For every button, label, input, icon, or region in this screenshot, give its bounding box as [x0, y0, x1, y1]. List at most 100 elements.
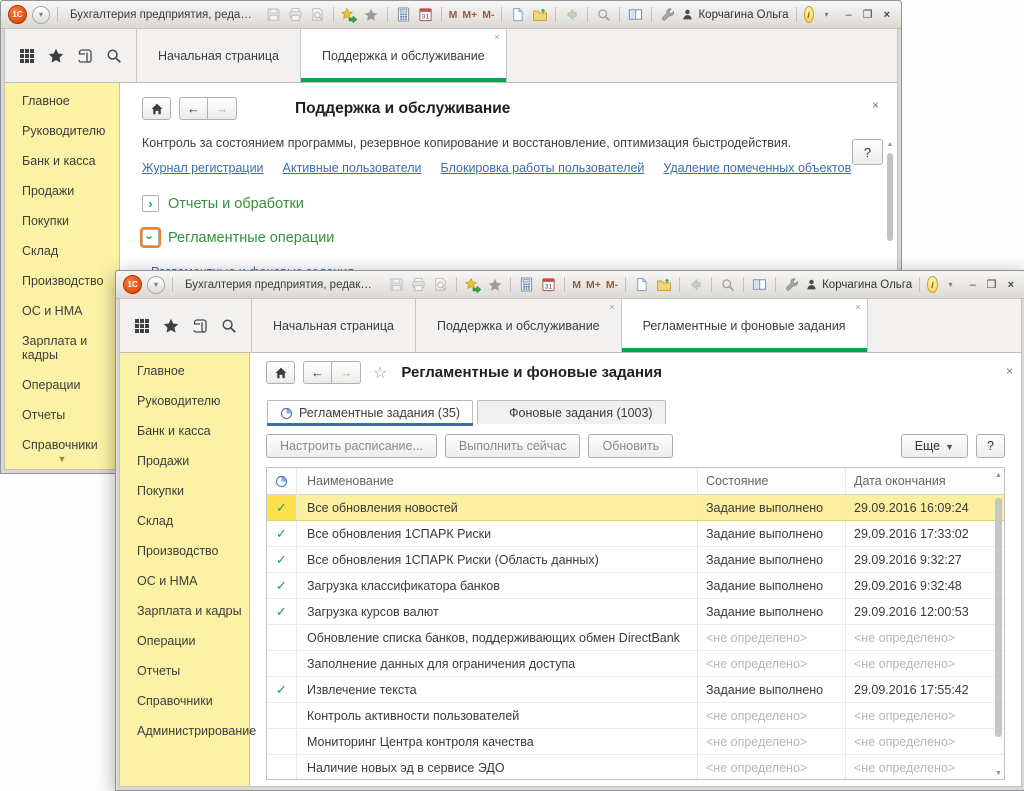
- sidebar-item[interactable]: Банк и касса: [5, 146, 119, 176]
- table-row[interactable]: ✓ Извлечение текста Задание выполнено 29…: [267, 677, 1004, 703]
- forward-button[interactable]: →: [332, 361, 361, 384]
- table-row[interactable]: ✓ Загрузка классификатора банков Задание…: [267, 573, 1004, 599]
- command-link[interactable]: Блокировка работы пользователей: [441, 161, 645, 175]
- sidebar-item[interactable]: Операции: [5, 370, 119, 400]
- sidebar-item[interactable]: ОС и НМА: [5, 296, 119, 326]
- table-row[interactable]: ✓ Контроль активности пользователей <не …: [267, 703, 1004, 729]
- new-document-icon[interactable]: [633, 276, 650, 293]
- history-back-icon[interactable]: [687, 276, 704, 293]
- search-icon[interactable]: [106, 48, 122, 64]
- table-row[interactable]: ✓ Загрузка курсов валют Задание выполнен…: [267, 599, 1004, 625]
- sidebar-item[interactable]: Отчеты: [120, 656, 249, 686]
- action-button[interactable]: Настроить расписание...: [266, 434, 437, 458]
- view-tab[interactable]: Регламентные задания (35): [267, 400, 473, 424]
- home-button[interactable]: [266, 361, 295, 384]
- table-scrollbar[interactable]: ▲ ▼: [994, 470, 1003, 777]
- scroll-down-icon[interactable]: ▼: [994, 770, 1003, 777]
- table-row[interactable]: ✓ Все обновления 1СПАРК Риски (Область д…: [267, 547, 1004, 573]
- service-dropdown-icon[interactable]: ▾: [943, 277, 959, 293]
- sidebar-item[interactable]: Отчеты: [5, 400, 119, 430]
- split-view-icon[interactable]: [751, 276, 768, 293]
- memory-button[interactable]: M+: [586, 279, 601, 291]
- tab-close-icon[interactable]: ×: [855, 303, 860, 312]
- add-favorite-icon[interactable]: [464, 276, 481, 293]
- favorites-star-icon[interactable]: [48, 48, 64, 64]
- back-button[interactable]: ←: [303, 361, 332, 384]
- sidebar-more-icon[interactable]: ▼: [5, 454, 119, 464]
- more-button[interactable]: Еще▼: [901, 434, 968, 458]
- open-file-icon[interactable]: [531, 6, 548, 23]
- print-preview-icon[interactable]: [309, 6, 326, 23]
- scrollbar-thumb[interactable]: [995, 498, 1002, 737]
- history-back-icon[interactable]: [563, 6, 580, 23]
- table-row[interactable]: ✓ Наличие новых эд в сервисе ЭДО <не опр…: [267, 755, 1004, 780]
- maximize-button[interactable]: ❒: [863, 8, 873, 21]
- command-link[interactable]: Активные пользователи: [283, 161, 422, 175]
- calendar-icon[interactable]: [540, 276, 557, 293]
- memory-button[interactable]: M-: [606, 279, 618, 291]
- favorites-star-icon[interactable]: [163, 318, 179, 334]
- tab-close-icon[interactable]: ×: [609, 303, 614, 312]
- sidebar-item[interactable]: Администрирование: [120, 716, 249, 746]
- status-column-header[interactable]: [267, 468, 297, 494]
- page-tab[interactable]: Регламентные и фоновые задания ×: [622, 299, 868, 352]
- table-row[interactable]: ✓ Все обновления новостей Задание выполн…: [267, 495, 1004, 521]
- section-label[interactable]: Регламентные операции: [168, 230, 334, 246]
- main-menu-dropdown-icon[interactable]: ▾: [32, 6, 50, 24]
- scroll-up-icon[interactable]: ▲: [994, 472, 1003, 479]
- 1c-logo-icon[interactable]: 1С: [123, 275, 142, 294]
- page-tab[interactable]: Начальная страница ×: [137, 29, 301, 82]
- global-search-icon[interactable]: [595, 6, 612, 23]
- sidebar-item[interactable]: Зарплата и кадры: [120, 596, 249, 626]
- page-tab[interactable]: Поддержка и обслуживание ×: [416, 299, 622, 352]
- search-icon[interactable]: [221, 318, 237, 334]
- scrollbar-thumb[interactable]: [887, 153, 893, 241]
- tab-close-icon[interactable]: ×: [494, 33, 499, 42]
- add-favorite-icon[interactable]: [341, 6, 358, 23]
- section-expander-icon[interactable]: ›: [142, 195, 159, 212]
- command-link[interactable]: Удаление помеченных объектов: [663, 161, 851, 175]
- calendar-icon[interactable]: [417, 6, 434, 23]
- home-button[interactable]: [142, 97, 171, 120]
- sidebar-item[interactable]: Главное: [120, 356, 249, 386]
- sidebar-item[interactable]: Покупки: [5, 206, 119, 236]
- table-header-row[interactable]: Наименование Состояние Дата окончания: [267, 468, 1004, 495]
- minimize-button[interactable]: –: [846, 9, 852, 21]
- sidebar-item[interactable]: Продажи: [5, 176, 119, 206]
- table-row[interactable]: ✓ Мониторинг Центра контроля качества <н…: [267, 729, 1004, 755]
- sidebar-item[interactable]: Справочники: [120, 686, 249, 716]
- save-icon[interactable]: [265, 6, 282, 23]
- sidebar-item[interactable]: Главное: [5, 86, 119, 116]
- scroll-up-icon[interactable]: ▲: [886, 141, 894, 148]
- current-user[interactable]: Корчагина Ольга: [805, 278, 912, 291]
- settings-wrench-icon[interactable]: [783, 276, 800, 293]
- new-document-icon[interactable]: [509, 6, 526, 23]
- help-button[interactable]: ?: [852, 139, 883, 165]
- current-user[interactable]: Корчагина Ольга: [681, 8, 788, 21]
- history-icon[interactable]: [192, 318, 208, 334]
- memory-button[interactable]: M+: [462, 9, 477, 21]
- sidebar-item[interactable]: Руководителю: [5, 116, 119, 146]
- sidebar-item[interactable]: Банк и касса: [120, 416, 249, 446]
- sidebar-item[interactable]: Склад: [120, 506, 249, 536]
- section-expander-icon[interactable]: ›: [142, 229, 159, 246]
- global-search-icon[interactable]: [719, 276, 736, 293]
- sidebar-item[interactable]: Продажи: [120, 446, 249, 476]
- print-icon[interactable]: [410, 276, 427, 293]
- section-label[interactable]: Отчеты и обработки: [168, 196, 304, 212]
- sidebar-item[interactable]: Производство: [5, 266, 119, 296]
- sidebar-item[interactable]: ОС и НМА: [120, 566, 249, 596]
- history-icon[interactable]: [77, 48, 93, 64]
- info-icon[interactable]: i: [804, 6, 814, 23]
- minimize-button[interactable]: –: [970, 279, 976, 291]
- sidebar-item[interactable]: Производство: [120, 536, 249, 566]
- memory-button[interactable]: M: [449, 9, 458, 21]
- sidebar-item[interactable]: Склад: [5, 236, 119, 266]
- table-row[interactable]: ✓ Заполнение данных для ограничения дост…: [267, 651, 1004, 677]
- titlebar[interactable]: 1С ▾ Бухгалтерия предприятия, редакция 3…: [1, 1, 901, 29]
- calculator-icon[interactable]: [395, 6, 412, 23]
- save-icon[interactable]: [388, 276, 405, 293]
- back-button[interactable]: ←: [179, 97, 208, 120]
- view-tab[interactable]: Фоновые задания (1003): [477, 400, 666, 424]
- date-column-header[interactable]: Дата окончания: [846, 468, 1004, 494]
